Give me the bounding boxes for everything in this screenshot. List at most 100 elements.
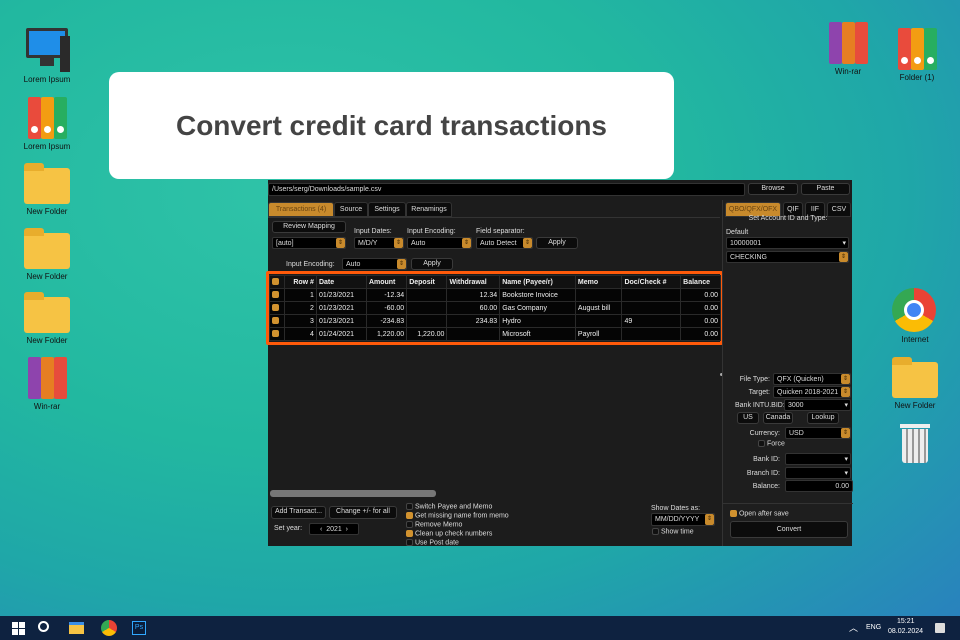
show-dates-select[interactable]: MM/DD/YYYY ⇕ xyxy=(651,513,715,526)
desktop-icon-folder[interactable]: New Folder xyxy=(12,225,82,281)
cell-balance[interactable]: 0.00 xyxy=(680,301,721,315)
search-icon[interactable] xyxy=(38,621,49,632)
cell-deposit[interactable] xyxy=(406,314,448,328)
desktop-icon-folder[interactable]: New Folder xyxy=(12,289,82,345)
option-checkbox[interactable]: Switch Payee and Memo xyxy=(406,503,509,512)
cell-n[interactable]: 2 xyxy=(283,301,317,315)
desktop-icon-binders[interactable]: Lorem Ipsum xyxy=(12,95,82,151)
cell-date[interactable]: 01/23/2021 xyxy=(315,301,367,315)
cell-deposit[interactable] xyxy=(406,301,448,315)
desktop-icon-winrar[interactable]: Win-rar xyxy=(12,355,82,411)
tray-chevron-icon[interactable]: ︿ xyxy=(849,621,858,634)
cell-amount[interactable]: -12.34 xyxy=(365,288,408,302)
open-after-save-checkbox[interactable]: Open after save xyxy=(730,510,789,517)
cell-memo[interactable]: August bill xyxy=(574,301,623,315)
cell-deposit[interactable]: 1,220.00 xyxy=(406,327,448,341)
change-sign-button[interactable]: Change +/- for all xyxy=(329,506,397,519)
row-checkbox[interactable] xyxy=(269,288,285,302)
force-checkbox[interactable]: Force xyxy=(758,440,785,447)
option-checkbox[interactable]: Get missing name from memo xyxy=(406,512,509,521)
cell-memo[interactable] xyxy=(574,314,623,328)
year-stepper[interactable]: ‹ 2021 › xyxy=(309,523,359,535)
review-mapping-button[interactable]: Review Mapping xyxy=(272,221,346,233)
apply-button-2[interactable]: Apply xyxy=(411,258,453,270)
col-header[interactable]: Date xyxy=(315,275,367,289)
table-row[interactable]: 4 01/24/2021 1,220.00 1,220.00 Microsoft Payr… xyxy=(269,327,721,341)
input-encoding-select-2[interactable]: Auto ⇕ xyxy=(342,258,407,270)
tab-renamings[interactable]: Renamings xyxy=(406,202,452,217)
cell-n[interactable]: 3 xyxy=(283,314,317,328)
tab-transactions[interactable]: Transactions (4) xyxy=(268,202,334,217)
tab-settings[interactable]: Settings xyxy=(368,202,406,217)
cell-balance[interactable]: 0.00 xyxy=(680,314,721,328)
language-indicator[interactable]: ENG xyxy=(866,624,881,631)
cell-date[interactable]: 01/23/2021 xyxy=(315,314,367,328)
cell-doc[interactable] xyxy=(621,288,682,302)
col-header[interactable]: Doc/Check # xyxy=(621,275,682,289)
horizontal-scrollbar[interactable] xyxy=(270,490,436,497)
cell-doc[interactable] xyxy=(621,301,682,315)
cell-memo[interactable] xyxy=(574,288,623,302)
table-row[interactable]: 2 01/23/2021 -60.00 60.00 Gas Company August … xyxy=(269,301,721,315)
cell-memo[interactable]: Payroll xyxy=(574,327,623,341)
browse-button[interactable]: Browse xyxy=(748,183,798,195)
show-time-checkbox[interactable]: Show time xyxy=(652,528,694,535)
desktop-icon-folder[interactable]: New Folder xyxy=(12,160,82,216)
cell-deposit[interactable] xyxy=(406,288,448,302)
file-explorer-icon[interactable] xyxy=(69,622,84,634)
desktop-icon-chrome[interactable]: Internet xyxy=(880,288,950,344)
clock-time[interactable]: 15:21 xyxy=(897,618,915,625)
canada-button[interactable]: Canada xyxy=(763,412,793,424)
cell-withdrawal[interactable] xyxy=(446,327,501,341)
input-encoding-select[interactable]: Auto ⇕ xyxy=(407,237,472,249)
row-checkbox[interactable] xyxy=(269,327,285,341)
cell-withdrawal[interactable]: 60.00 xyxy=(446,301,501,315)
col-header[interactable]: Amount xyxy=(365,275,408,289)
input-dates-select[interactable]: M/D/Y ⇕ xyxy=(354,237,404,249)
cell-name[interactable]: Microsoft xyxy=(499,327,576,341)
photoshop-icon[interactable]: Ps xyxy=(132,621,146,635)
tab-source[interactable]: Source xyxy=(334,202,368,217)
cell-name[interactable]: Bookstore Invoice xyxy=(499,288,576,302)
bank-intu-select[interactable]: 3000 ▾ xyxy=(784,399,851,411)
windows-start-icon[interactable] xyxy=(12,622,25,635)
clock-date[interactable]: 08.02.2024 xyxy=(888,628,923,635)
field-separator-select[interactable]: Auto Detect ⇕ xyxy=(476,237,533,249)
add-transaction-button[interactable]: Add Transact... xyxy=(271,506,326,519)
branch-id-select[interactable]: ▾ xyxy=(785,467,851,479)
select-all-checkbox[interactable] xyxy=(269,275,285,289)
cell-doc[interactable]: 49 xyxy=(621,314,682,328)
option-checkbox[interactable]: Use Post date xyxy=(406,539,509,548)
convert-button[interactable]: Convert xyxy=(730,521,848,538)
cell-amount[interactable]: -234.83 xyxy=(365,314,408,328)
cell-date[interactable]: 01/23/2021 xyxy=(315,288,367,302)
col-header[interactable]: Deposit xyxy=(406,275,448,289)
cell-amount[interactable]: -60.00 xyxy=(365,301,408,315)
cell-name[interactable]: Gas Company xyxy=(499,301,576,315)
table-row[interactable]: 1 01/23/2021 -12.34 12.34 Bookstore Invoice 0… xyxy=(269,288,721,302)
cell-doc[interactable] xyxy=(621,327,682,341)
bank-id-select[interactable]: ▾ xyxy=(785,453,851,465)
cell-n[interactable]: 4 xyxy=(283,327,317,341)
balance-input[interactable]: 0.00 xyxy=(785,480,853,492)
account-type-select[interactable]: CHECKING ⇕ xyxy=(726,251,849,263)
option-checkbox[interactable]: Remove Memo xyxy=(406,521,509,530)
col-header[interactable]: Balance xyxy=(680,275,721,289)
mapping-select[interactable]: [auto] ⇕ xyxy=(272,237,346,249)
option-checkbox[interactable]: Clean up check numbers xyxy=(406,530,509,539)
target-select[interactable]: Quicken 2018-2021 ⇕ xyxy=(773,386,851,398)
account-id-select[interactable]: 10000001 ▾ xyxy=(726,237,849,249)
col-header[interactable]: Withdrawal xyxy=(446,275,501,289)
desktop-icon-winrar[interactable]: Win-rar xyxy=(813,20,883,76)
cell-balance[interactable]: 0.00 xyxy=(680,327,721,341)
notifications-icon[interactable] xyxy=(935,623,945,633)
cell-name[interactable]: Hydro xyxy=(499,314,576,328)
col-header[interactable]: Row # xyxy=(283,275,317,289)
desktop-icon-folder[interactable]: New Folder xyxy=(880,354,950,410)
col-header[interactable]: Memo xyxy=(574,275,623,289)
cell-withdrawal[interactable]: 234.83 xyxy=(446,314,501,328)
row-checkbox[interactable] xyxy=(269,314,285,328)
currency-select[interactable]: USD ⇕ xyxy=(785,427,851,439)
table-row[interactable]: 3 01/23/2021 -234.83 234.83 Hydro 49 0.00 xyxy=(269,314,721,328)
recycle-bin-icon[interactable] xyxy=(880,420,950,467)
